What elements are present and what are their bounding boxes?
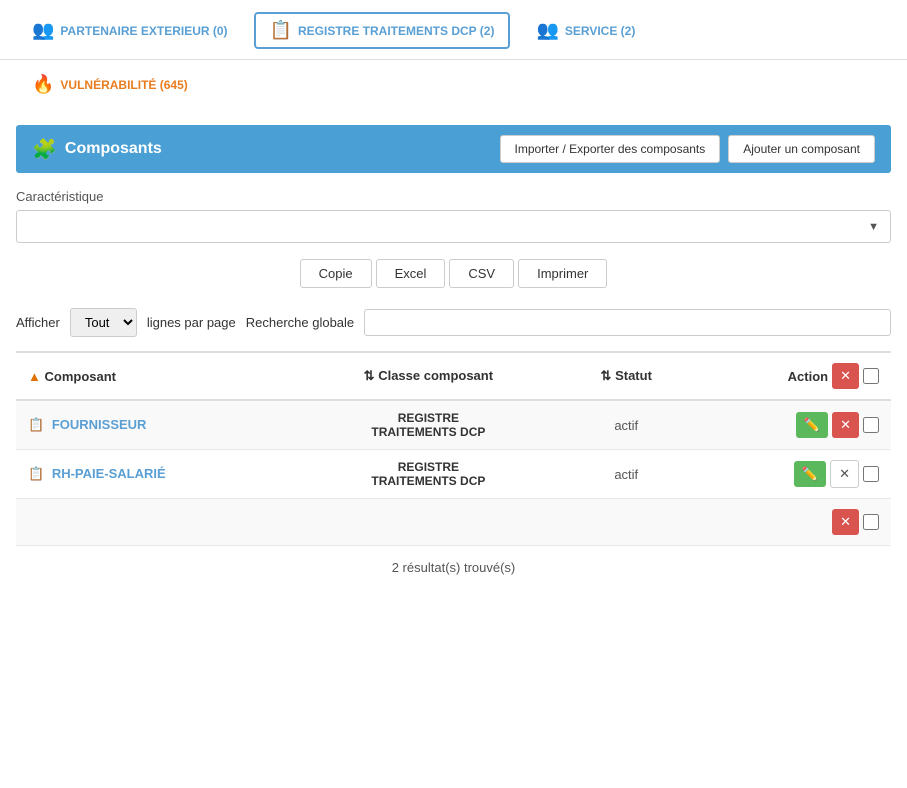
row2-checkbox[interactable]	[863, 466, 879, 482]
caracteristique-label: Caractéristique	[16, 189, 891, 204]
vulnerability-icon: 🔥	[32, 74, 54, 95]
section-actions: Importer / Exporter des composants Ajout…	[500, 135, 876, 163]
empty-delete-button[interactable]: ✕	[832, 509, 859, 535]
sort-icon-statut: ⇅	[601, 368, 612, 383]
print-button[interactable]: Imprimer	[518, 259, 607, 288]
tab-registre-label: REGISTRE TRAITEMENTS DCP (2)	[298, 24, 494, 38]
row2-composant-icon: 📋	[28, 466, 44, 481]
row1-edit-button[interactable]: ✏️	[796, 412, 828, 438]
row1-classe-cell: REGISTRETRAITEMENTS DCP	[296, 400, 561, 450]
tab-vulnerability-label: VULNÉRABILITÉ (645)	[60, 78, 187, 92]
partenaire-icon: 👥	[32, 20, 54, 41]
empty-col3	[561, 499, 691, 546]
table-row-empty: ✕	[16, 499, 891, 546]
tab-registre-traitements[interactable]: 📋 REGISTRE TRAITEMENTS DCP (2)	[254, 12, 511, 49]
row2-composant-name: RH-PAIE-SALARIÉ	[52, 466, 166, 481]
empty-action-cell: ✕	[691, 499, 891, 546]
section-header: 🧩 Composants Importer / Exporter des com…	[16, 125, 891, 173]
action-select-all-checkbox[interactable]	[863, 368, 879, 384]
sort-icon-classe: ⇅	[364, 368, 375, 383]
registre-icon: 📋	[270, 20, 292, 41]
filter-row: Afficher Tout 10 25 50 100 lignes par pa…	[16, 308, 891, 337]
col-action-label: Action	[788, 369, 828, 384]
puzzle-icon: 🧩	[32, 137, 57, 162]
excel-button[interactable]: Excel	[376, 259, 446, 288]
export-buttons-group: Copie Excel CSV Imprimer	[16, 259, 891, 288]
composants-table-container: ▲ Composant ⇅ Classe composant ⇅ Statut …	[16, 351, 891, 546]
empty-col2	[296, 499, 561, 546]
row1-composant-icon: 📋	[28, 417, 44, 432]
tab-vulnerability[interactable]: 🔥 VULNÉRABILITÉ (645)	[16, 66, 204, 103]
col-composant[interactable]: ▲ Composant	[16, 352, 296, 400]
col-classe-composant[interactable]: ⇅ Classe composant	[296, 352, 561, 400]
row1-checkbox[interactable]	[863, 417, 879, 433]
add-composant-button[interactable]: Ajouter un composant	[728, 135, 875, 163]
row1-action-cell: ✏️ ✕	[691, 400, 891, 450]
row2-composant-cell: 📋 RH-PAIE-SALARIÉ	[16, 450, 296, 499]
row2-classe-cell: REGISTRETRAITEMENTS DCP	[296, 450, 561, 499]
action-delete-all-button[interactable]: ✕	[832, 363, 859, 389]
row2-edit-button[interactable]: ✏️	[794, 461, 826, 487]
row1-composant-name: FOURNISSEUR	[52, 417, 147, 432]
section-title: Composants	[65, 140, 162, 158]
empty-col1	[16, 499, 296, 546]
tab-service[interactable]: 👥 SERVICE (2)	[520, 12, 651, 49]
result-text: 2 résultat(s) trouvé(s)	[16, 560, 891, 575]
row1-composant-cell: 📋 FOURNISSEUR	[16, 400, 296, 450]
csv-button[interactable]: CSV	[449, 259, 514, 288]
sort-icon-composant: ▲	[28, 369, 41, 384]
col-composant-label: Composant	[45, 369, 117, 384]
table-row: 📋 FOURNISSEUR REGISTRETRAITEMENTS DCP ac…	[16, 400, 891, 450]
composants-table: ▲ Composant ⇅ Classe composant ⇅ Statut …	[16, 351, 891, 546]
import-export-button[interactable]: Importer / Exporter des composants	[500, 135, 721, 163]
section-title-area: 🧩 Composants	[32, 137, 162, 162]
recherche-input[interactable]	[364, 309, 891, 336]
service-icon: 👥	[536, 20, 558, 41]
row2-action-cell: ✏️ ✕	[691, 450, 891, 499]
col-statut-label: Statut	[615, 368, 652, 383]
empty-checkbox[interactable]	[863, 514, 879, 530]
tab-service-label: SERVICE (2)	[565, 24, 635, 38]
main-content: Caractéristique Copie Excel CSV Imprimer…	[0, 173, 907, 591]
caracteristique-select-wrapper	[16, 210, 891, 243]
row1-delete-button[interactable]: ✕	[832, 412, 859, 438]
table-row: 📋 RH-PAIE-SALARIÉ REGISTRETRAITEMENTS DC…	[16, 450, 891, 499]
row2-delete-button[interactable]: ✕	[830, 460, 859, 488]
col-classe-label: Classe composant	[378, 368, 493, 383]
copy-button[interactable]: Copie	[300, 259, 372, 288]
caracteristique-select[interactable]	[16, 210, 891, 243]
row2-statut-cell: actif	[561, 450, 691, 499]
afficher-select[interactable]: Tout 10 25 50 100	[70, 308, 137, 337]
col-action: Action ✕	[691, 352, 891, 400]
col-statut[interactable]: ⇅ Statut	[561, 352, 691, 400]
lignes-label: lignes par page	[147, 315, 236, 330]
tab-partenaire-label: PARTENAIRE EXTERIEUR (0)	[60, 24, 227, 38]
tab-partenaire-exterieur[interactable]: 👥 PARTENAIRE EXTERIEUR (0)	[16, 12, 244, 49]
afficher-label: Afficher	[16, 315, 60, 330]
row1-statut-cell: actif	[561, 400, 691, 450]
caracteristique-field: Caractéristique	[16, 189, 891, 243]
recherche-label: Recherche globale	[246, 315, 354, 330]
